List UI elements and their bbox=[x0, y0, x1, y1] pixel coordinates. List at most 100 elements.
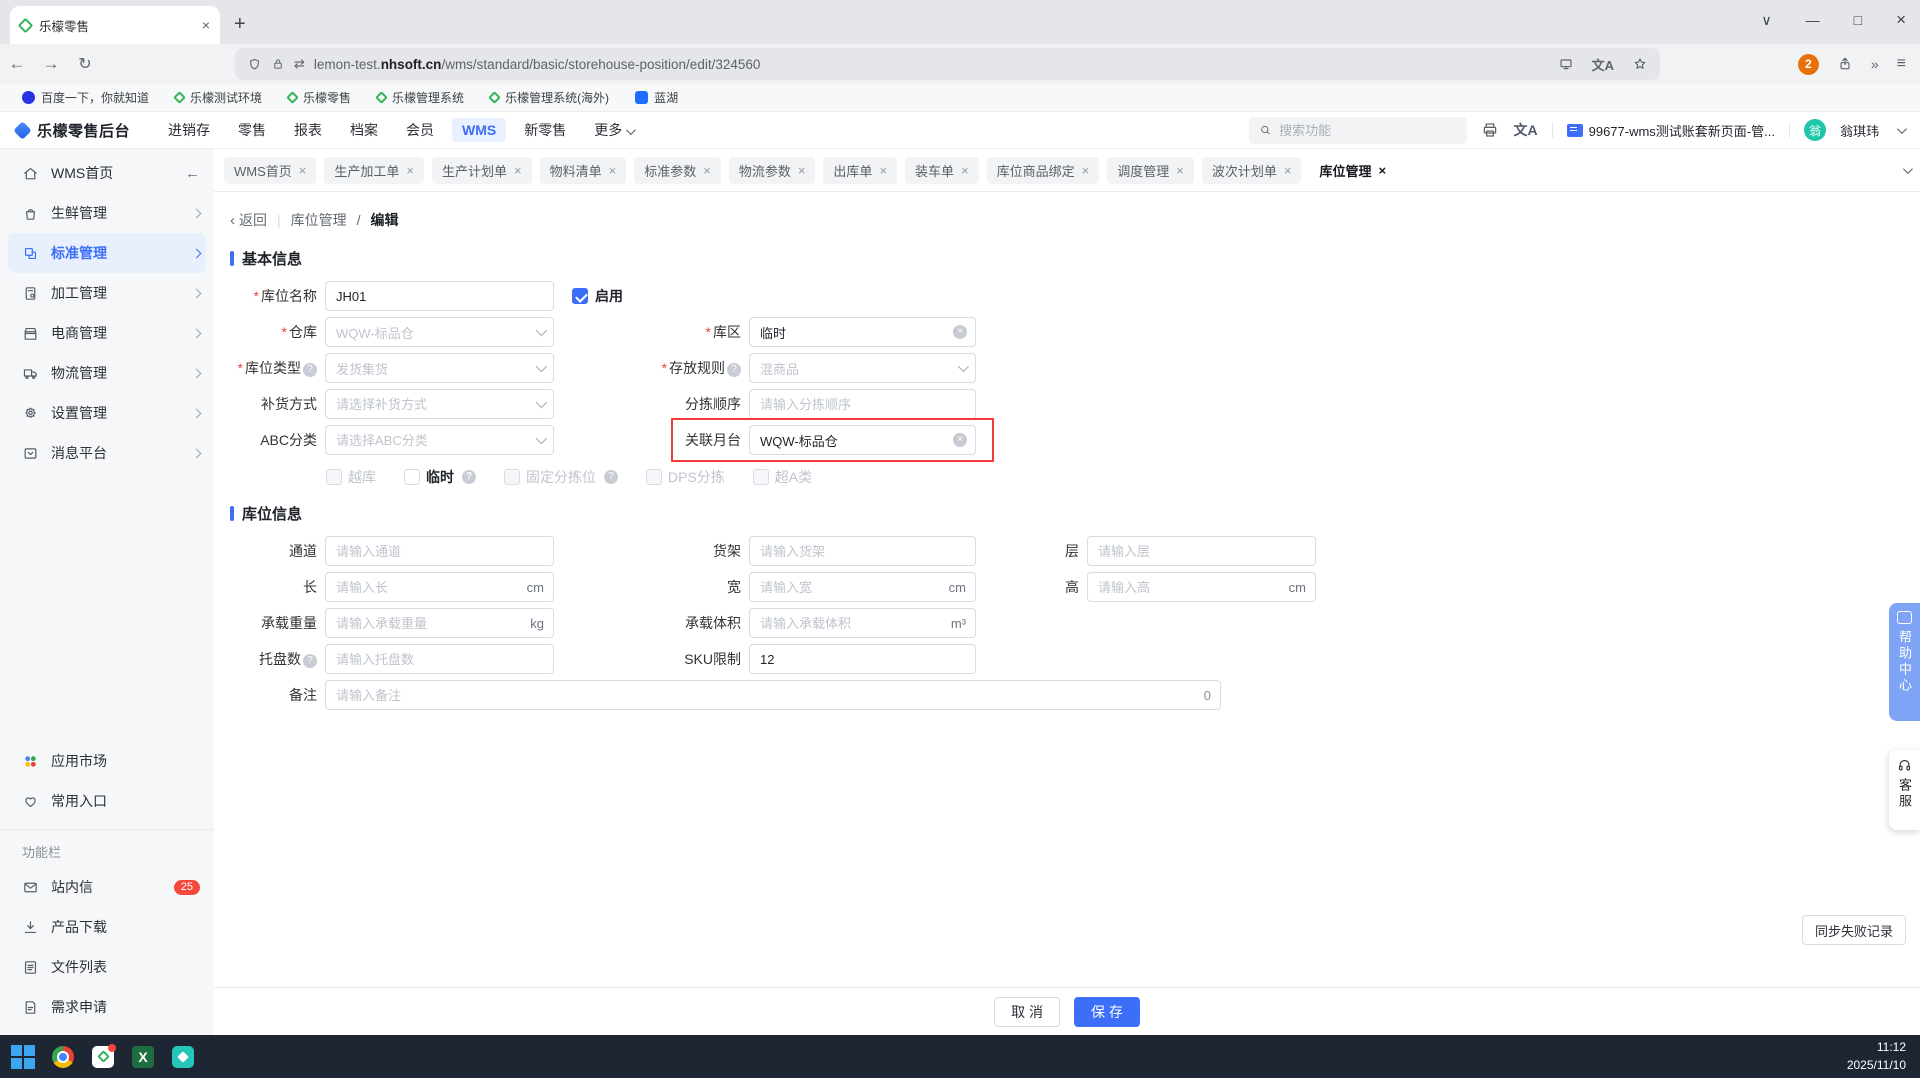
nav-item-inventory[interactable]: 进销存 bbox=[158, 116, 220, 144]
sidebar-item-standard[interactable]: 标准管理 bbox=[8, 233, 206, 273]
tab-production-work-order[interactable]: 生产加工单 × bbox=[324, 156, 424, 184]
sidebar-item-product-download[interactable]: 产品下载 bbox=[0, 907, 214, 947]
enable-checkbox[interactable] bbox=[572, 288, 588, 304]
dock-input[interactable] bbox=[749, 425, 976, 455]
help-icon[interactable]: ? bbox=[462, 470, 476, 484]
sidebar-item-logistics[interactable]: 物流管理 bbox=[0, 353, 214, 393]
tab-close-icon[interactable]: × bbox=[202, 17, 210, 33]
language-icon[interactable]: 文A bbox=[1513, 120, 1537, 140]
avatar[interactable]: 翁 bbox=[1803, 119, 1826, 141]
sidebar-collapse-icon[interactable]: ← bbox=[185, 165, 200, 182]
account-set[interactable]: 99677-wms测试账套新页面-管... bbox=[1566, 121, 1775, 140]
clear-icon[interactable]: × bbox=[953, 433, 967, 447]
minimize-button[interactable]: — bbox=[1806, 12, 1820, 28]
sku-input[interactable] bbox=[749, 644, 976, 674]
tab-logistics-params[interactable]: 物流参数 × bbox=[728, 156, 816, 184]
rule-select[interactable] bbox=[749, 353, 976, 383]
close-icon[interactable]: × bbox=[514, 163, 522, 178]
width-input[interactable] bbox=[749, 572, 976, 602]
help-icon[interactable]: ? bbox=[303, 654, 317, 668]
close-icon[interactable]: × bbox=[609, 163, 617, 178]
shield-icon[interactable] bbox=[247, 57, 262, 72]
help-icon[interactable]: ? bbox=[604, 470, 618, 484]
url-text[interactable]: lemon-test.nhsoft.cn/wms/standard/basic/… bbox=[314, 57, 1549, 72]
send-to-device-icon[interactable] bbox=[1558, 56, 1574, 72]
pick-order-input[interactable] bbox=[749, 389, 976, 419]
sidebar-item-file-list[interactable]: 文件列表 bbox=[0, 947, 214, 987]
channel-input[interactable] bbox=[325, 536, 554, 566]
checkbox-dps-pick[interactable]: DPS分拣 bbox=[646, 467, 725, 487]
close-icon[interactable]: × bbox=[879, 163, 887, 178]
checkbox-temporary[interactable]: 临时? bbox=[404, 467, 476, 487]
pallets-input[interactable] bbox=[325, 644, 554, 674]
checkbox-super-a[interactable]: 超A类 bbox=[752, 467, 812, 487]
close-icon[interactable]: × bbox=[1284, 163, 1292, 178]
taskbar-teal-app[interactable] bbox=[170, 1044, 196, 1070]
sidebar-item-request[interactable]: 需求申请 bbox=[0, 987, 214, 1027]
nav-item-archives[interactable]: 档案 bbox=[340, 116, 388, 144]
length-input[interactable] bbox=[325, 572, 554, 602]
layer-input[interactable] bbox=[1087, 536, 1316, 566]
taskbar-lemon-app[interactable] bbox=[90, 1043, 116, 1070]
back-link[interactable]: ‹ 返回 bbox=[230, 210, 267, 230]
bookmark-item[interactable]: 百度一下，你就知道 bbox=[22, 89, 149, 106]
help-icon[interactable]: ? bbox=[727, 363, 741, 377]
close-icon[interactable]: × bbox=[299, 163, 307, 178]
checkbox[interactable] bbox=[504, 469, 520, 485]
sync-fail-records-button[interactable]: 同步失败记录 bbox=[1801, 915, 1906, 945]
enable-checkbox-wrap[interactable]: 启用 bbox=[572, 286, 623, 306]
browser-profile-badge[interactable]: 2 bbox=[1797, 53, 1819, 75]
taskbar-excel[interactable]: X bbox=[130, 1044, 156, 1070]
new-tab-button[interactable]: + bbox=[234, 13, 246, 36]
taskbar-clock[interactable]: 11:12 2025/11/10 bbox=[1847, 1039, 1906, 1074]
sidebar-item-site-mail[interactable]: 站内信 25 bbox=[0, 867, 214, 907]
search-input[interactable] bbox=[1279, 122, 1458, 138]
volume-input[interactable] bbox=[749, 608, 976, 638]
browser-menu-icon[interactable]: ≡ bbox=[1897, 55, 1906, 73]
shelf-input[interactable] bbox=[749, 536, 976, 566]
height-input[interactable] bbox=[1087, 572, 1316, 602]
checkbox[interactable] bbox=[326, 469, 342, 485]
tab-position-management[interactable]: 库位管理 × bbox=[1309, 156, 1397, 184]
cancel-button[interactable]: 取 消 bbox=[994, 996, 1060, 1027]
sidebar-item-fresh[interactable]: 生鲜管理 bbox=[0, 193, 214, 233]
tab-position-binding[interactable]: 库位商品绑定 × bbox=[986, 156, 1100, 184]
help-icon[interactable]: ? bbox=[303, 363, 317, 377]
close-icon[interactable]: × bbox=[1176, 163, 1184, 178]
browser-tab[interactable]: 乐檬零售 × bbox=[10, 6, 220, 44]
bookmark-item[interactable]: 蓝湖 bbox=[635, 89, 678, 106]
nav-item-new-retail[interactable]: 新零售 bbox=[514, 116, 576, 144]
name-input[interactable] bbox=[325, 281, 554, 311]
tab-material-list[interactable]: 物料清单 × bbox=[539, 156, 627, 184]
extensions-overflow-icon[interactable]: » bbox=[1871, 56, 1879, 72]
close-button[interactable]: × bbox=[1896, 10, 1906, 30]
reload-button[interactable]: ↻ bbox=[68, 54, 102, 74]
close-icon[interactable]: × bbox=[1082, 163, 1090, 178]
customer-service-widget[interactable]: 客服 bbox=[1889, 750, 1920, 830]
help-center-widget[interactable]: 帮助中心 bbox=[1889, 603, 1920, 721]
abc-select[interactable] bbox=[325, 425, 554, 455]
bookmark-item[interactable]: 乐檬测试环境 bbox=[173, 89, 262, 106]
user-name[interactable]: 翁琪玮 bbox=[1840, 121, 1879, 140]
sidebar-item-favorites[interactable]: 常用入口 bbox=[0, 781, 214, 821]
sidebar-item-ecommerce[interactable]: 电商管理 bbox=[0, 313, 214, 353]
address-bar[interactable]: ⇄ lemon-test.nhsoft.cn/wms/standard/basi… bbox=[235, 48, 1660, 80]
close-icon[interactable]: × bbox=[703, 163, 711, 178]
bookmark-item[interactable]: 乐檬零售 bbox=[286, 89, 351, 106]
nav-item-reports[interactable]: 报表 bbox=[284, 116, 332, 144]
close-icon[interactable]: × bbox=[961, 163, 969, 178]
site-permissions-icon[interactable]: ⇄ bbox=[294, 56, 305, 72]
taskbar-chrome[interactable] bbox=[50, 1044, 76, 1070]
bookmark-star-icon[interactable] bbox=[1632, 56, 1648, 72]
nav-item-more[interactable]: 更多 bbox=[584, 116, 643, 144]
tab-wms-home[interactable]: WMS首页 × bbox=[224, 156, 317, 184]
bookmark-item[interactable]: 乐檬管理系统(海外) bbox=[488, 89, 609, 106]
translate-icon[interactable]: 文A bbox=[1592, 55, 1614, 74]
back-button[interactable]: ← bbox=[0, 54, 34, 74]
area-input[interactable] bbox=[749, 317, 976, 347]
start-button[interactable] bbox=[10, 1044, 36, 1070]
type-select[interactable] bbox=[325, 353, 554, 383]
tab-standard-params[interactable]: 标准参数 × bbox=[634, 156, 721, 184]
sidebar-item-app-market[interactable]: 应用市场 bbox=[0, 741, 214, 781]
nav-item-retail[interactable]: 零售 bbox=[228, 116, 276, 144]
